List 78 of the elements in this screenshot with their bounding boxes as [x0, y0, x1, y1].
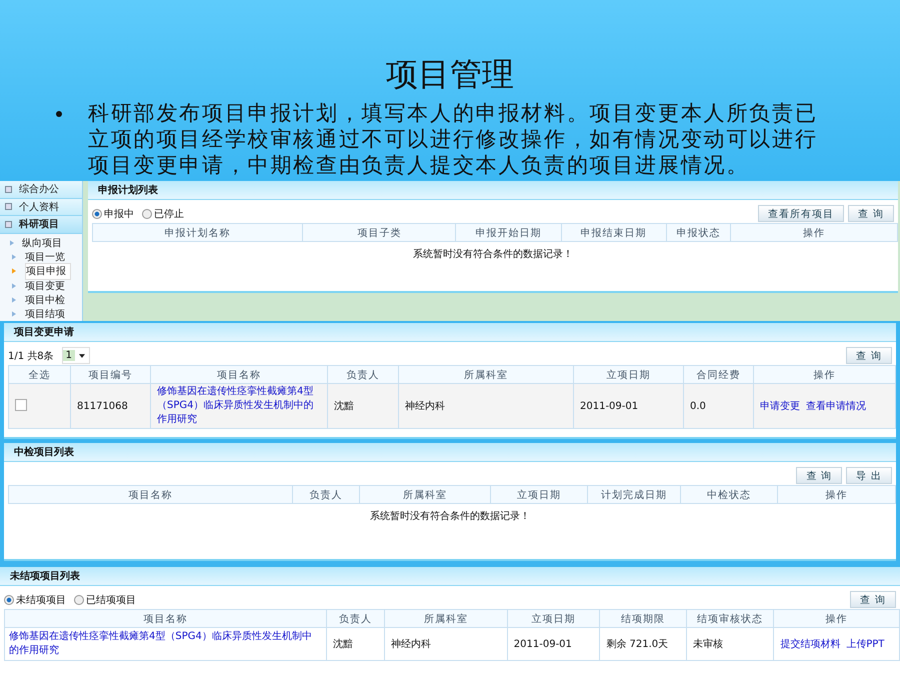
- tree-item[interactable]: 纵向项目: [22, 236, 62, 250]
- table-cell: 剩余 721.0天: [606, 639, 668, 650]
- tree-item[interactable]: 项目一览: [25, 250, 65, 264]
- column-header: 项目编号: [70, 366, 150, 384]
- slide-title: 项目管理: [385, 54, 515, 94]
- column-header: 负责人: [292, 486, 360, 504]
- toolbar-button[interactable]: 导 出: [846, 467, 892, 484]
- table-cell: 2011-09-01: [580, 400, 638, 412]
- action-link[interactable]: 查看申请情况: [806, 401, 866, 412]
- radio-label: 申报中: [104, 208, 134, 220]
- column-header: 操作: [778, 486, 896, 504]
- sidebar-group[interactable]: 个人资料: [0, 198, 82, 216]
- table-cell: 沈黯: [334, 401, 354, 412]
- query-button[interactable]: 查 询: [850, 591, 896, 608]
- pager-text: 1/1 共8条: [8, 350, 54, 362]
- column-header: 中检状态: [680, 486, 778, 504]
- radio-button[interactable]: [74, 594, 84, 604]
- radio-label: 未结项项目: [16, 594, 66, 606]
- column-header: 所属科室: [398, 366, 574, 384]
- checkbox[interactable]: [15, 398, 27, 410]
- panel-title: 项目变更申请: [14, 325, 74, 339]
- column-header: 所属科室: [384, 610, 508, 628]
- query-button[interactable]: 查看所有项目: [758, 205, 844, 222]
- column-header: 负责人: [328, 366, 398, 384]
- column-header: 立项日期: [490, 486, 588, 504]
- column-header: 申报计划名称: [92, 224, 303, 242]
- table-cell: 81171068: [77, 400, 128, 412]
- column-header: 申报开始日期: [456, 224, 562, 242]
- radio-button[interactable]: [142, 208, 152, 218]
- bullet-paragraph: 科研部发布项目申报计划，填写本人的申报材料。项目变更本人所负责已立项的项目经学校审核通过不可以进行修改操作，如有情况变动可以进行项目变更申请，中期检查由负责人提交本人负责的项目进展情况。: [88, 100, 819, 178]
- column-header: 计划完成日期: [588, 486, 680, 504]
- panel-title: 申报计划列表: [98, 184, 158, 197]
- sidebar-group[interactable]: 科研项目: [0, 216, 82, 234]
- radio-label: 已结项项目: [86, 594, 136, 606]
- column-header: 负责人: [326, 610, 385, 628]
- table-cell: 2011-09-01: [514, 638, 572, 650]
- action-link[interactable]: 上传PPT: [846, 639, 884, 650]
- column-header: 立项日期: [574, 366, 684, 384]
- radio-button[interactable]: [92, 208, 102, 218]
- tree-item[interactable]: 项目结项: [25, 306, 65, 321]
- toolbar-button[interactable]: 查 询: [796, 467, 842, 484]
- column-header: 合同经费: [684, 366, 754, 384]
- tree-item[interactable]: 项目变更: [25, 278, 65, 293]
- table-cell: 未审核: [692, 639, 723, 650]
- query-button[interactable]: 查 询: [848, 205, 894, 222]
- action-link[interactable]: 申请变更: [760, 401, 800, 412]
- table-cell: 沈黯: [332, 639, 353, 650]
- panel-title: 未结项项目列表: [10, 570, 80, 583]
- column-header: 申报结束日期: [561, 224, 666, 242]
- column-header: 全选: [8, 366, 70, 384]
- column-header: 所属科室: [360, 486, 490, 504]
- sidebar-group[interactable]: 综合办公: [0, 181, 82, 199]
- bullet-icon: [56, 111, 62, 117]
- column-header: 结项期限: [600, 610, 686, 628]
- column-header: 操作: [730, 224, 898, 242]
- column-header: 申报状态: [666, 224, 731, 242]
- table-cell: 神经内科: [405, 401, 445, 412]
- empty-message: 系统暂时没有符合条件的数据记录！: [370, 511, 530, 522]
- column-header: 项目名称: [4, 610, 326, 628]
- tree-item[interactable]: 项目中检: [25, 292, 65, 307]
- column-header: 操作: [774, 610, 900, 628]
- panel-title: 中检项目列表: [14, 446, 74, 459]
- action-link[interactable]: 提交结项材料: [780, 639, 840, 650]
- table-cell: 0.0: [690, 400, 706, 412]
- table-cell: 神经内科: [391, 639, 432, 650]
- radio-label: 已停止: [154, 208, 184, 220]
- radio-button[interactable]: [4, 594, 14, 604]
- column-header: 项目子类: [302, 224, 456, 242]
- page-select[interactable]: 1: [62, 347, 90, 364]
- triangle-icon: [10, 240, 14, 246]
- column-header: 项目名称: [8, 486, 292, 504]
- column-header: 项目名称: [150, 366, 328, 384]
- column-header: 结项审核状态: [686, 610, 774, 628]
- caret-icon: [79, 354, 86, 358]
- empty-message: 系统暂时没有符合条件的数据记录！: [413, 249, 573, 260]
- column-header: 立项日期: [507, 610, 600, 628]
- column-header: 操作: [754, 366, 896, 384]
- query-button[interactable]: 查 询: [846, 347, 892, 364]
